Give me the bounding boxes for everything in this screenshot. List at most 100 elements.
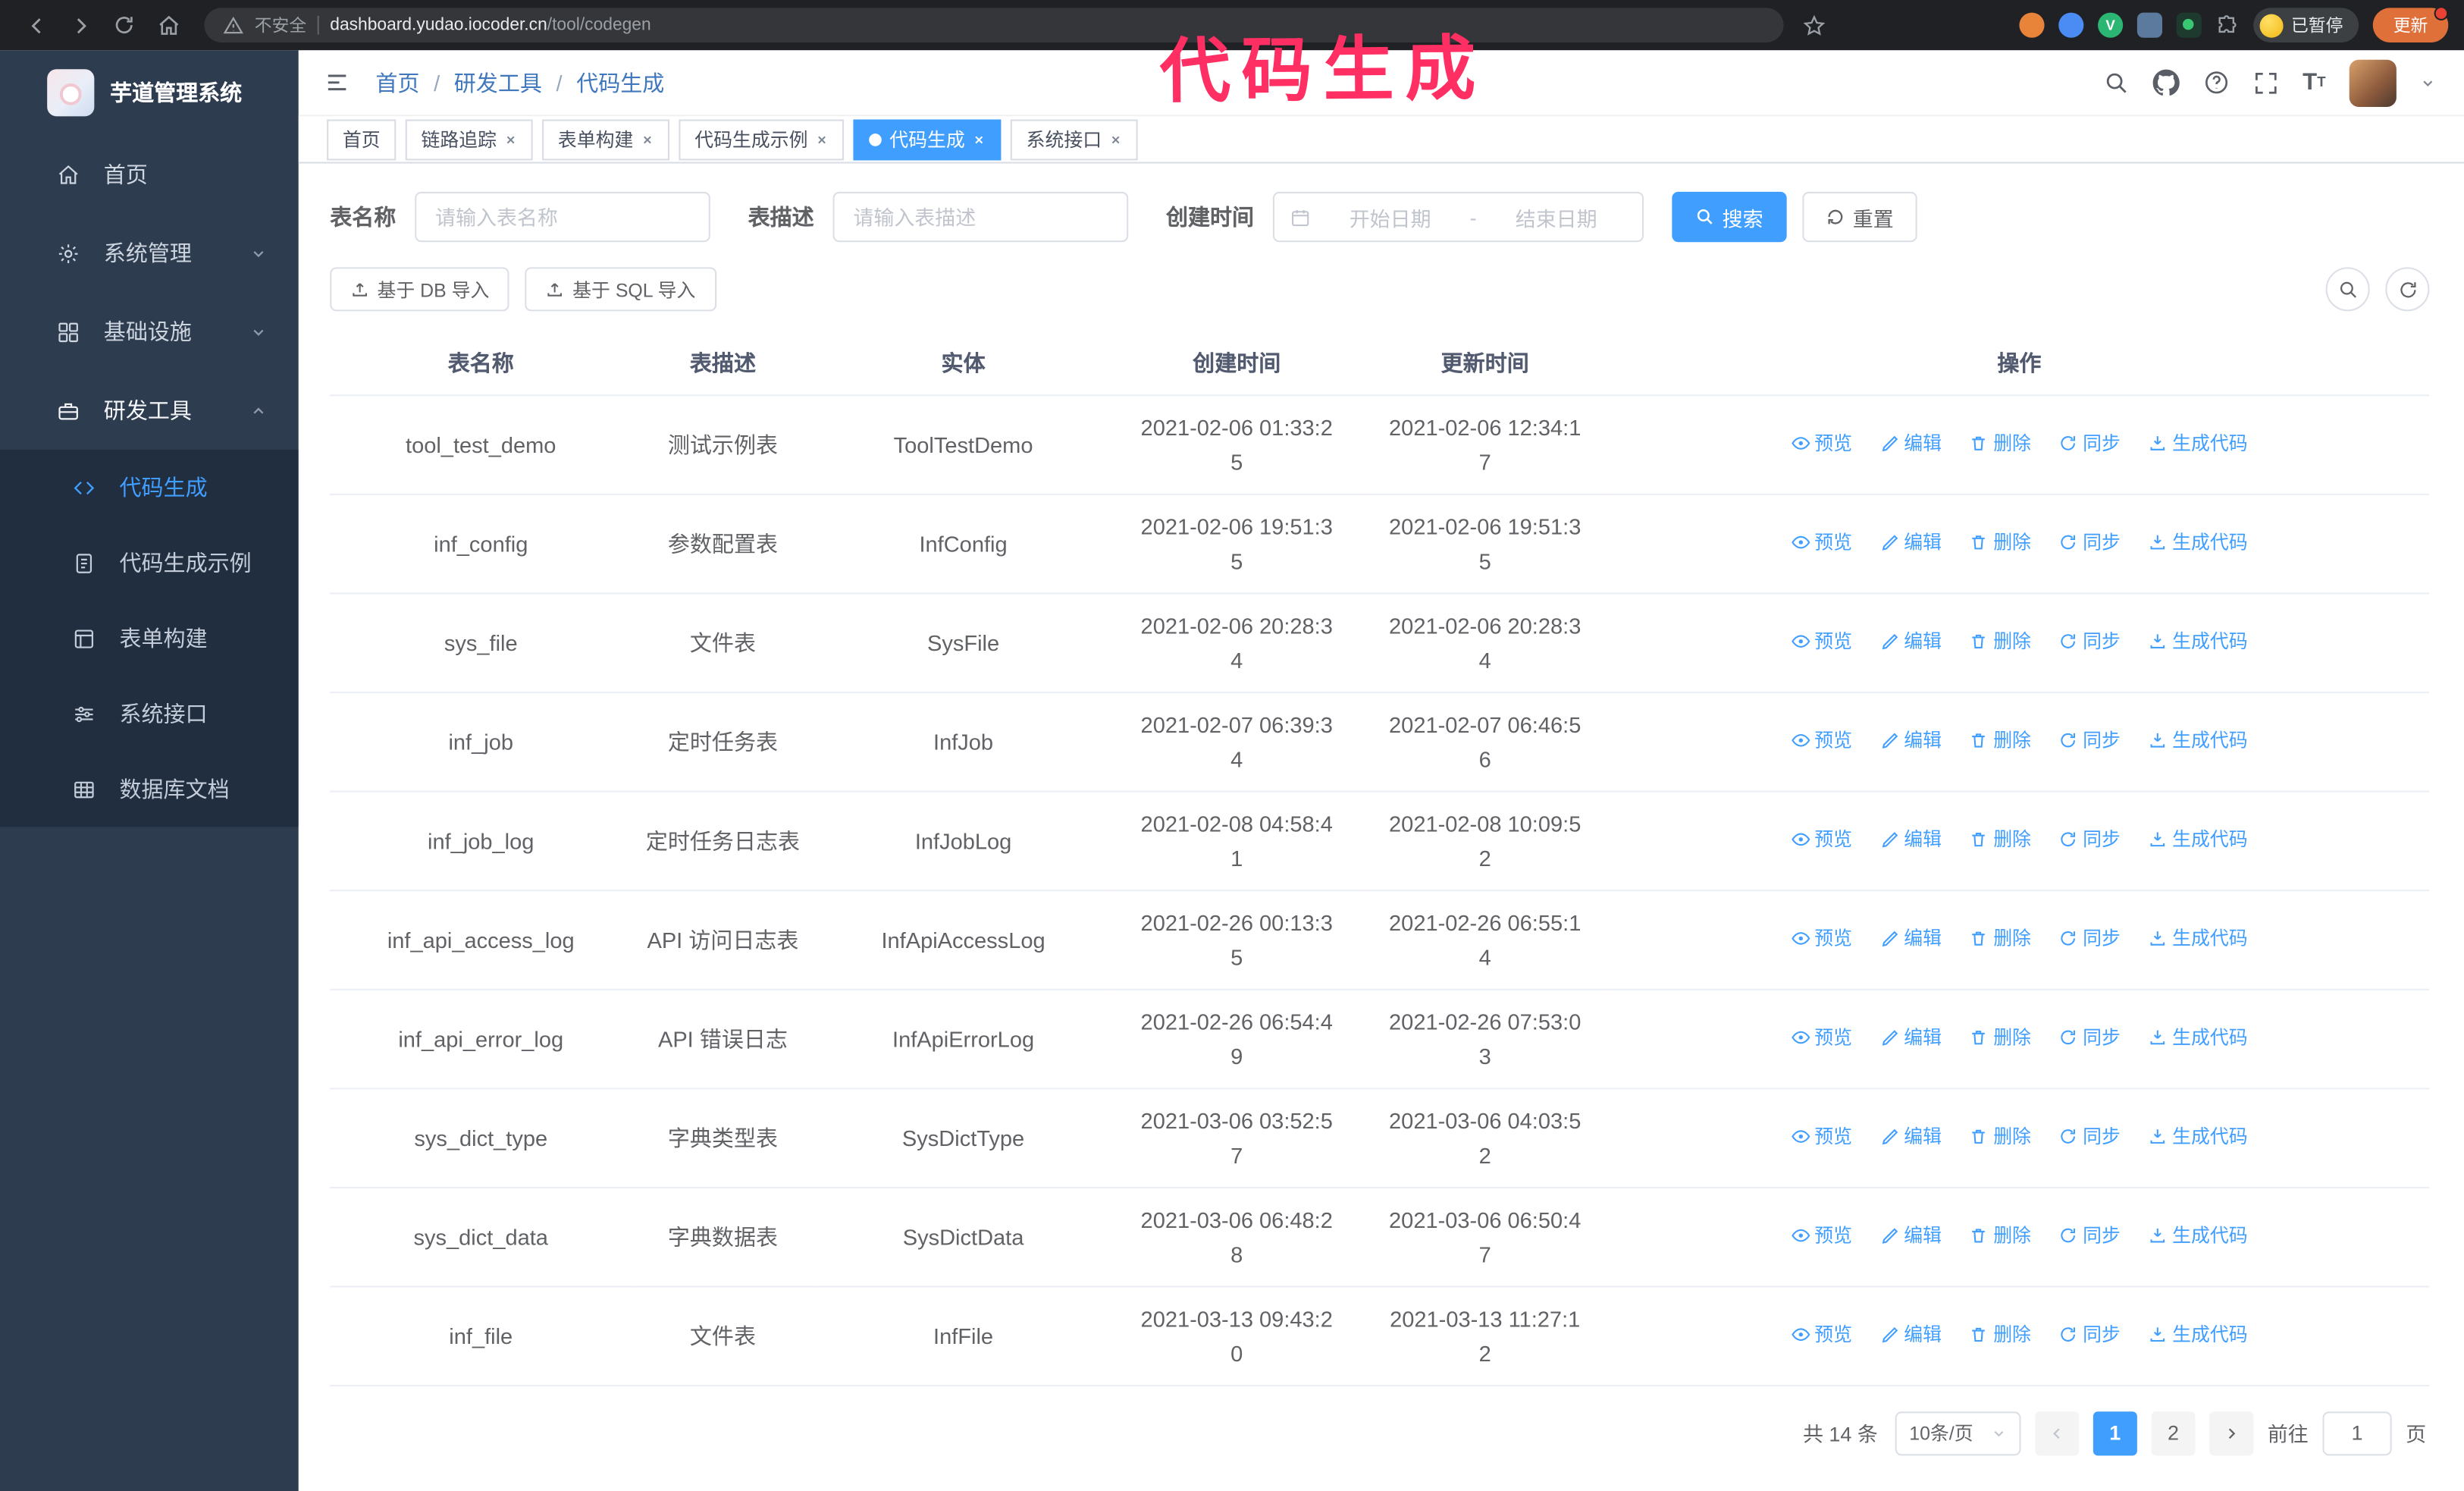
tab-tracing[interactable]: 链路追踪 bbox=[405, 118, 533, 160]
page-size-select[interactable]: 10条/页 bbox=[1895, 1411, 2021, 1455]
generate-code-action[interactable]: 生成代码 bbox=[2149, 1317, 2248, 1352]
delete-action[interactable]: 删除 bbox=[1970, 426, 2031, 461]
preview-action[interactable]: 预览 bbox=[1791, 1218, 1852, 1253]
sync-action[interactable]: 同步 bbox=[2059, 1218, 2121, 1253]
toggle-search-button[interactable] bbox=[2325, 267, 2370, 312]
table-name-input[interactable] bbox=[415, 191, 710, 243]
github-icon[interactable] bbox=[2153, 69, 2180, 96]
generate-code-action[interactable]: 生成代码 bbox=[2149, 426, 2248, 461]
avatar-caret-icon[interactable] bbox=[2420, 74, 2436, 90]
help-icon[interactable] bbox=[2204, 69, 2230, 96]
sync-action[interactable]: 同步 bbox=[2059, 1317, 2121, 1352]
reset-button[interactable]: 重置 bbox=[1802, 191, 1917, 243]
delete-action[interactable]: 删除 bbox=[1970, 1119, 2031, 1154]
close-icon[interactable] bbox=[1110, 133, 1123, 146]
sync-action[interactable]: 同步 bbox=[2059, 1119, 2121, 1154]
tab-system-api[interactable]: 系统接口 bbox=[1010, 118, 1138, 160]
edit-action[interactable]: 编辑 bbox=[1880, 426, 1942, 461]
generate-code-action[interactable]: 生成代码 bbox=[2149, 1218, 2248, 1253]
fullscreen-icon[interactable] bbox=[2254, 70, 2279, 95]
bookmark-star-icon[interactable] bbox=[1802, 14, 1826, 37]
generate-code-action[interactable]: 生成代码 bbox=[2149, 822, 2248, 857]
close-icon[interactable] bbox=[504, 133, 517, 146]
import-sql-button[interactable]: 基于 SQL 导入 bbox=[525, 267, 716, 312]
date-range-picker[interactable]: 开始日期 - 结束日期 bbox=[1272, 191, 1644, 243]
delete-action[interactable]: 删除 bbox=[1970, 624, 2031, 659]
generate-code-action[interactable]: 生成代码 bbox=[2149, 624, 2248, 659]
edit-action[interactable]: 编辑 bbox=[1880, 822, 1942, 857]
delete-action[interactable]: 删除 bbox=[1970, 822, 2031, 857]
sidebar-item-infra[interactable]: 基础设施 bbox=[0, 293, 299, 372]
address-bar[interactable]: 不安全 dashboard.yudao.iocoder.cn/tool/code… bbox=[204, 8, 1784, 42]
extension-people-icon[interactable] bbox=[2136, 12, 2163, 38]
delete-action[interactable]: 删除 bbox=[1970, 1317, 2031, 1352]
preview-action[interactable]: 预览 bbox=[1791, 1119, 1852, 1154]
extension-dark-icon[interactable] bbox=[2176, 12, 2202, 38]
home-nav-icon[interactable] bbox=[148, 5, 189, 46]
tab-codegen[interactable]: 代码生成 bbox=[853, 118, 1002, 160]
edit-action[interactable]: 编辑 bbox=[1880, 1020, 1942, 1055]
close-icon[interactable] bbox=[641, 133, 654, 146]
sidebar-item-home[interactable]: 首页 bbox=[0, 135, 299, 214]
refresh-button[interactable] bbox=[2385, 267, 2430, 312]
sidebar-item-codegen-example[interactable]: 代码生成示例 bbox=[0, 525, 299, 600]
delete-action[interactable]: 删除 bbox=[1970, 525, 2031, 560]
sync-action[interactable]: 同步 bbox=[2059, 525, 2121, 560]
generate-code-action[interactable]: 生成代码 bbox=[2149, 1020, 2248, 1055]
sidebar-fold-icon[interactable] bbox=[324, 69, 350, 96]
sidebar-item-form-builder[interactable]: 表单构建 bbox=[0, 601, 299, 676]
edit-action[interactable]: 编辑 bbox=[1880, 1218, 1942, 1253]
generate-code-action[interactable]: 生成代码 bbox=[2149, 921, 2248, 956]
font-size-icon[interactable]: TT bbox=[2303, 71, 2325, 94]
sync-action[interactable]: 同步 bbox=[2059, 921, 2121, 956]
breadcrumb-home[interactable]: 首页 bbox=[375, 67, 419, 98]
sidebar-item-codegen[interactable]: 代码生成 bbox=[0, 450, 299, 525]
avatar[interactable] bbox=[2349, 58, 2397, 106]
sync-action[interactable]: 同步 bbox=[2059, 1020, 2121, 1055]
preview-action[interactable]: 预览 bbox=[1791, 1317, 1852, 1352]
sync-action[interactable]: 同步 bbox=[2059, 624, 2121, 659]
import-db-button[interactable]: 基于 DB 导入 bbox=[330, 267, 510, 312]
delete-action[interactable]: 删除 bbox=[1970, 921, 2031, 956]
preview-action[interactable]: 预览 bbox=[1791, 723, 1852, 758]
browser-update-button[interactable]: 更新 bbox=[2372, 6, 2449, 42]
sidebar-item-devtools[interactable]: 研发工具 bbox=[0, 371, 299, 450]
preview-action[interactable]: 预览 bbox=[1791, 624, 1852, 659]
back-icon[interactable] bbox=[16, 5, 57, 46]
extension-blue-icon[interactable] bbox=[2058, 12, 2084, 38]
paused-badge[interactable]: 已暂停 bbox=[2253, 8, 2359, 42]
delete-action[interactable]: 删除 bbox=[1970, 723, 2031, 758]
close-icon[interactable] bbox=[816, 133, 829, 146]
goto-page-input[interactable] bbox=[2322, 1411, 2392, 1455]
forward-icon[interactable] bbox=[60, 5, 101, 46]
vue-devtools-icon[interactable]: V bbox=[2098, 12, 2124, 38]
edit-action[interactable]: 编辑 bbox=[1880, 921, 1942, 956]
delete-action[interactable]: 删除 bbox=[1970, 1020, 2031, 1055]
extensions-puzzle-icon[interactable] bbox=[2216, 14, 2240, 37]
app-logo[interactable]: 芋道管理系统 bbox=[0, 50, 299, 135]
preview-action[interactable]: 预览 bbox=[1791, 921, 1852, 956]
page-1-button[interactable]: 1 bbox=[2093, 1411, 2137, 1455]
sidebar-item-system[interactable]: 系统管理 bbox=[0, 214, 299, 293]
tab-home[interactable]: 首页 bbox=[327, 118, 397, 160]
page-2-button[interactable]: 2 bbox=[2151, 1411, 2196, 1455]
preview-action[interactable]: 预览 bbox=[1791, 426, 1852, 461]
edit-action[interactable]: 编辑 bbox=[1880, 723, 1942, 758]
preview-action[interactable]: 预览 bbox=[1791, 525, 1852, 560]
generate-code-action[interactable]: 生成代码 bbox=[2149, 1119, 2248, 1154]
close-icon[interactable] bbox=[973, 133, 986, 146]
table-desc-input[interactable] bbox=[832, 191, 1129, 243]
reload-icon[interactable] bbox=[104, 5, 145, 46]
edit-action[interactable]: 编辑 bbox=[1880, 624, 1942, 659]
sync-action[interactable]: 同步 bbox=[2059, 426, 2121, 461]
search-icon[interactable] bbox=[2105, 70, 2130, 95]
edit-action[interactable]: 编辑 bbox=[1880, 1119, 1942, 1154]
edit-action[interactable]: 编辑 bbox=[1880, 1317, 1942, 1352]
search-button[interactable]: 搜索 bbox=[1672, 191, 1787, 243]
sync-action[interactable]: 同步 bbox=[2059, 822, 2121, 857]
breadcrumb-devtools[interactable]: 研发工具 bbox=[454, 67, 542, 98]
delete-action[interactable]: 删除 bbox=[1970, 1218, 2031, 1253]
prev-page-button[interactable] bbox=[2035, 1411, 2080, 1455]
generate-code-action[interactable]: 生成代码 bbox=[2149, 723, 2248, 758]
extension-orange-icon[interactable] bbox=[2019, 12, 2045, 38]
